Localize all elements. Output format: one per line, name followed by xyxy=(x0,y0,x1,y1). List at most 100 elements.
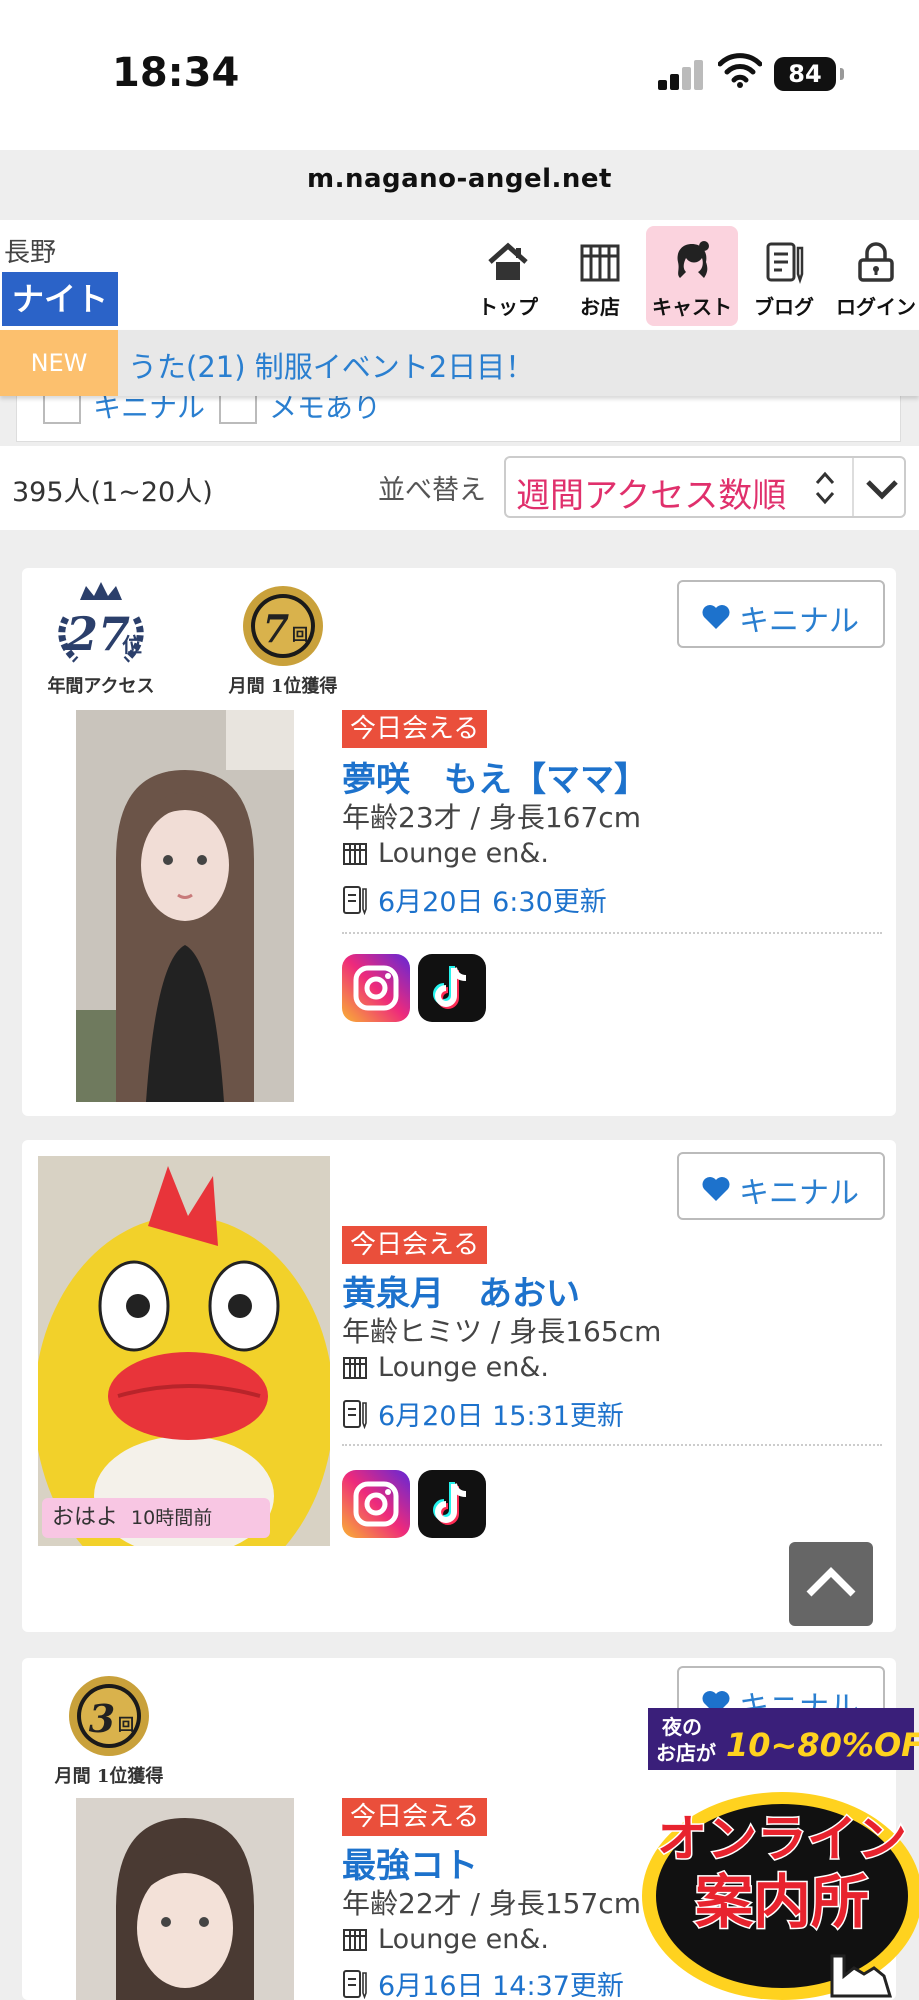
times-caption: 月間 1位獲得 xyxy=(54,1766,164,1787)
shop-name: Lounge en&. xyxy=(378,838,550,869)
online-guide-banner[interactable]: 夜の お店が 10~80%OFF オンライン 案内所 xyxy=(632,1706,919,2000)
cast-name[interactable]: 最強コト xyxy=(342,1838,478,1887)
nav-label: キャスト xyxy=(652,295,732,319)
rank-suffix: 位 xyxy=(122,633,142,657)
banner-title1: オンライン xyxy=(657,1810,907,1868)
banner-title2: 案内所 xyxy=(695,1868,869,1936)
main-nav: トップ お店 キャスト ブログ ログイン xyxy=(462,226,919,326)
shop-icon xyxy=(343,1356,367,1379)
nav-shop[interactable]: お店 xyxy=(554,226,646,326)
cast-info: 年齢22才 / 身長157cm xyxy=(342,1887,641,1920)
laurel-crown-icon: 27 位 xyxy=(58,582,144,663)
cast-photo-image xyxy=(76,710,294,1102)
sort-select[interactable]: 週間アクセス数順 xyxy=(504,456,906,518)
chevron-up-icon xyxy=(806,1567,856,1597)
monthly-first-medal: 7 回 月間 1位獲得 xyxy=(218,582,348,698)
rank-number: 27 xyxy=(65,607,130,661)
cast-name[interactable]: 夢咲 もえ【ママ】 xyxy=(342,752,648,801)
heart-icon xyxy=(702,605,730,629)
instagram-icon[interactable] xyxy=(342,1470,410,1538)
nav-label: お店 xyxy=(580,295,620,319)
banner-discount: 10~80%OFF xyxy=(726,1726,919,1764)
times-caption: 月間 1位獲得 xyxy=(228,676,338,697)
shop-name: Lounge en&. xyxy=(378,1352,550,1383)
gold-medal-icon: 7 回 xyxy=(243,586,323,666)
cast-shop[interactable]: Lounge en&. xyxy=(342,1352,549,1383)
nav-label: トップ xyxy=(478,295,538,319)
cast-update[interactable]: 6月20日 6:30更新 xyxy=(342,880,607,919)
status-time: 18:34 xyxy=(112,50,240,96)
greeting-bubble[interactable]: おはよ 10時間前 xyxy=(42,1498,270,1538)
tiktok-icon[interactable] xyxy=(418,954,486,1022)
nav-cast[interactable]: キャスト xyxy=(646,226,738,326)
category-badge[interactable]: ナイト xyxy=(2,272,118,326)
nav-blog[interactable]: ブログ xyxy=(738,226,830,326)
today-available-badge: 今日会える xyxy=(342,1798,488,1836)
updown-icon xyxy=(815,471,835,505)
times-suffix: 回 xyxy=(292,625,308,644)
cellular-signal-icon xyxy=(658,60,704,90)
cast-name[interactable]: 黄泉月 あおい xyxy=(342,1266,580,1315)
times-number: 3 xyxy=(89,1696,115,1741)
chevron-down-icon[interactable] xyxy=(864,476,900,502)
shop-icon xyxy=(343,1928,367,1951)
cast-card[interactable]: キニナル おはよ 10時間前 今日会える 黄泉月 あおい 年齢ヒミツ / 身長1… xyxy=(22,1140,896,1632)
tiktok-icon[interactable] xyxy=(418,1470,486,1538)
cast-info: 年齢ヒミツ / 身長165cm xyxy=(342,1315,662,1348)
shop-icon xyxy=(580,244,620,282)
today-available-badge: 今日会える xyxy=(342,710,488,748)
sort-label: 並べ替え xyxy=(378,475,486,506)
cast-icon xyxy=(677,241,709,278)
gold-medal-icon: 3 回 xyxy=(69,1676,149,1756)
blog-icon xyxy=(766,242,804,284)
times-number: 7 xyxy=(263,606,289,651)
cast-photo-image xyxy=(38,1156,330,1546)
cast-info: 年齢23才 / 身長167cm xyxy=(342,801,641,834)
cast-photo[interactable]: おはよ 10時間前 xyxy=(38,1156,330,1546)
update-text: 6月20日 6:30更新 xyxy=(378,887,607,918)
shop-name: Lounge en&. xyxy=(378,1924,550,1955)
nav-login[interactable]: ログイン xyxy=(830,226,919,326)
battery-indicator: 84 xyxy=(774,57,844,91)
nav-top[interactable]: トップ xyxy=(462,226,554,326)
kininal-label: キニナル xyxy=(739,604,859,639)
blog-icon xyxy=(343,1969,367,1999)
nav-label: ブログ xyxy=(754,295,814,319)
kininal-button[interactable]: キニナル xyxy=(677,580,885,648)
times-suffix: 回 xyxy=(118,1715,134,1734)
divider xyxy=(342,1444,882,1446)
kininal-label: キニナル xyxy=(739,1176,859,1211)
heart-icon xyxy=(702,1177,730,1201)
result-count: 395人(1~20人) xyxy=(12,477,213,508)
cast-card[interactable]: キニナル 27 位 年間アクセス 7 回 月間 1位獲得 今日会える 夢咲 もえ… xyxy=(22,568,896,1116)
news-ticker[interactable]: NEW うた(21) 制服イベント2日目！ xyxy=(0,330,919,396)
wifi-icon xyxy=(718,53,762,88)
divider xyxy=(342,932,882,934)
today-available-badge: 今日会える xyxy=(342,1226,488,1264)
greeting-text: おはよ xyxy=(52,1505,119,1530)
cast-update[interactable]: 6月16日 14:37更新 xyxy=(342,1964,624,2000)
scroll-top-button[interactable] xyxy=(789,1542,873,1626)
home-icon xyxy=(488,242,528,280)
region-label[interactable]: 長野 xyxy=(4,232,56,269)
kininal-button[interactable]: キニナル xyxy=(677,1152,885,1220)
cast-photo[interactable] xyxy=(76,710,294,1102)
url-bar[interactable]: m.nagano-angel.net xyxy=(0,164,919,194)
instagram-icon[interactable] xyxy=(342,954,410,1022)
cast-update[interactable]: 6月20日 15:31更新 xyxy=(342,1394,624,1433)
banner-line2: お店が xyxy=(656,1741,716,1765)
ticker-text[interactable]: うた(21) 制服イベント2日目！ xyxy=(128,344,534,386)
new-badge: NEW xyxy=(0,330,118,396)
cast-shop[interactable]: Lounge en&. xyxy=(342,1924,549,1955)
banner-line1: 夜の xyxy=(661,1715,702,1739)
cast-photo-image xyxy=(76,1798,294,2000)
lock-icon xyxy=(858,242,894,282)
sort-value: 週間アクセス数順 xyxy=(516,476,787,516)
blog-icon xyxy=(343,885,367,915)
greeting-time: 10時間前 xyxy=(131,1507,213,1529)
monthly-first-medal: 3 回 月間 1位獲得 xyxy=(44,1672,174,1788)
cast-photo[interactable] xyxy=(76,1798,294,2000)
cast-shop[interactable]: Lounge en&. xyxy=(342,838,549,869)
nav-label: ログイン xyxy=(836,295,916,319)
update-text: 6月20日 15:31更新 xyxy=(378,1401,624,1432)
